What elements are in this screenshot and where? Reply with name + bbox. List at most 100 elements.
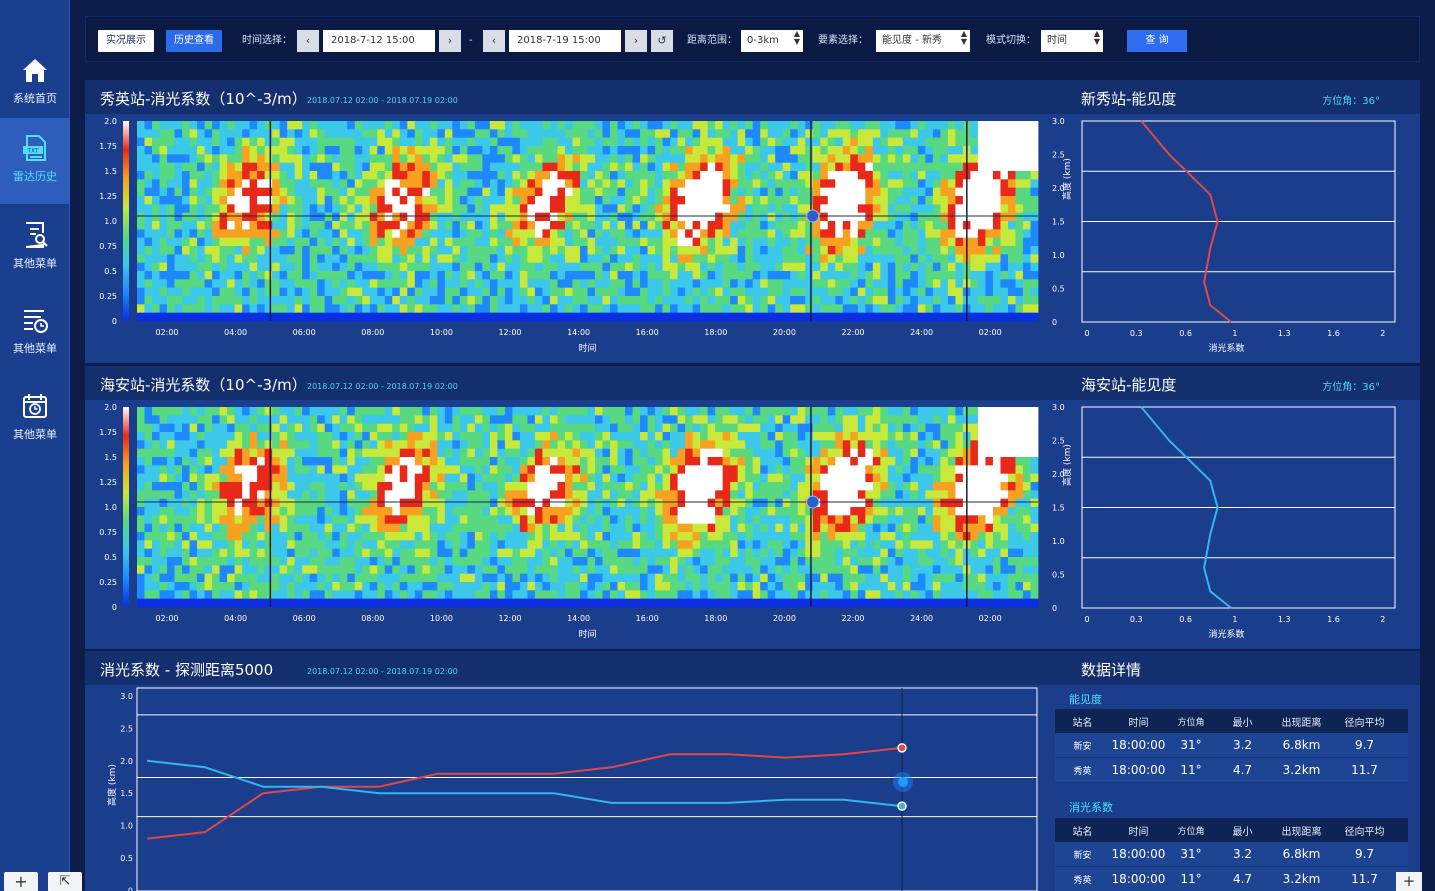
heatmap-cell <box>730 482 739 491</box>
heatmap-cell <box>227 154 236 164</box>
heatmap-cell <box>910 121 919 130</box>
heatmap-cell <box>640 473 648 483</box>
start-prev-button[interactable]: ‹ <box>297 30 319 52</box>
heatmap-cell <box>737 162 746 172</box>
tab-history[interactable]: 历史查看 <box>166 30 222 52</box>
heatmap-cell <box>549 457 558 466</box>
heatmap-cell <box>512 573 521 583</box>
heatmap-cell <box>474 548 483 558</box>
heatmap-cell <box>760 457 769 466</box>
heatmap-cell <box>227 523 236 533</box>
heatmap-cell <box>399 212 408 222</box>
end-next-button[interactable]: › <box>625 30 647 52</box>
heatmap-cell <box>835 271 844 280</box>
heatmap-cell <box>970 129 979 139</box>
heatmap-cell <box>347 490 356 500</box>
query-button[interactable]: 查 询 <box>1127 30 1187 52</box>
heatmap-cell <box>692 246 701 255</box>
heatmap-cell <box>257 448 266 458</box>
heatmap-cell <box>377 196 386 205</box>
heatmap-cell <box>347 482 356 491</box>
heatmap-cell <box>880 212 889 222</box>
heatmap-cell <box>362 473 371 483</box>
range-select[interactable]: 0-3km ▲ ▼ <box>741 30 803 52</box>
heatmap-cell <box>1022 129 1031 139</box>
heatmap-cell <box>655 204 663 214</box>
heatmap-cell <box>610 523 618 533</box>
heatmap-cell <box>474 507 483 516</box>
heatmap-cell <box>512 171 521 180</box>
sidebar-item-radar-history[interactable]: TXT 雷达历史 <box>0 118 70 204</box>
heatmap-cell <box>272 507 281 516</box>
heatmap-cell <box>482 204 491 214</box>
start-next-button[interactable]: › <box>439 30 461 52</box>
heatmap-cell <box>429 212 438 222</box>
heatmap-cell <box>655 473 663 483</box>
heatmap-chart[interactable]: 00.250.50.751.01.251.51.752.002:00 04:00 0… <box>85 366 1420 649</box>
heatmap-cell <box>287 423 296 433</box>
heatmap-cell <box>294 440 303 450</box>
heatmap-cell <box>377 212 386 222</box>
sidebar-item-menu-2[interactable]: 其他菜单 <box>0 290 70 376</box>
heatmap-cell <box>595 473 603 483</box>
heatmap-cell <box>429 296 438 305</box>
heatmap-cell <box>737 229 746 239</box>
heatmap-cell <box>384 465 393 475</box>
heatmap-cell <box>940 171 949 180</box>
heatmap-cell <box>279 423 288 433</box>
heatmap-cell <box>414 465 423 475</box>
heatmap-cell <box>249 287 258 297</box>
sidebar-item-menu-1[interactable]: 其他菜单 <box>0 205 70 291</box>
reset-button[interactable]: ↺ <box>651 30 673 52</box>
heatmap-cell <box>610 187 618 197</box>
heatmap-cell <box>197 154 205 164</box>
end-prev-button[interactable]: ‹ <box>483 30 505 52</box>
heatmap-cell <box>467 271 476 280</box>
heatmap-cell <box>347 407 356 416</box>
end-time-input[interactable]: 2018-7-19 15:00 <box>509 30 621 52</box>
heatmap-cell <box>369 296 378 305</box>
start-time-input[interactable]: 2018-7-12 15:00 <box>323 30 435 52</box>
heatmap-cell <box>572 515 581 525</box>
mode-select[interactable]: 时间 ▲ ▼ <box>1041 30 1103 52</box>
heatmap-cell <box>444 262 453 272</box>
add-button[interactable]: + <box>4 872 38 891</box>
heatmap-cell <box>692 540 701 550</box>
heatmap-cell <box>880 237 889 247</box>
tab-live[interactable]: 实况展示 <box>98 30 154 52</box>
element-select[interactable]: 能见度 - 新秀 ▲ ▼ <box>876 30 970 52</box>
sidebar-item-home[interactable]: 系统首页 <box>0 40 70 126</box>
heatmap-cell <box>174 237 183 247</box>
heatmap-cell <box>204 254 213 264</box>
heatmap-cell <box>137 179 145 189</box>
heatmap-cell <box>437 246 446 255</box>
heatmap-chart[interactable]: 00.250.50.751.01.251.51.752.002:00 04:00 0… <box>85 80 1420 363</box>
heatmap-cell <box>775 246 784 255</box>
heatmap-cell <box>489 540 498 550</box>
heatmap-cell <box>542 254 551 264</box>
heatmap-cell <box>324 187 333 197</box>
heatmap-cell <box>152 162 160 172</box>
heatmap-cell <box>429 548 438 558</box>
heatmap-cell <box>137 271 145 280</box>
heatmap-cell <box>489 221 498 230</box>
heatmap-cell <box>399 221 408 230</box>
heatmap-cell <box>444 296 453 305</box>
heatmap-cell <box>422 490 431 500</box>
heatmap-cell <box>595 187 603 197</box>
heatmap-cell <box>347 415 356 425</box>
heatmap-cell <box>429 121 438 130</box>
heatmap-cell <box>174 121 183 130</box>
heatmap-cell <box>167 565 175 575</box>
heatmap-cell <box>940 287 949 297</box>
heatmap-cell <box>752 573 761 583</box>
heatmap-cell <box>1030 279 1039 289</box>
heatmap-cell <box>1030 212 1039 222</box>
heatmap-cell <box>174 590 183 600</box>
heatmap-cell <box>399 540 408 550</box>
sidebar-item-menu-3[interactable]: 其他菜单 <box>0 376 70 462</box>
heatmap-cell <box>482 246 491 255</box>
heatmap-cell <box>482 296 491 305</box>
heatmap-cell <box>362 287 371 297</box>
external-link-icon[interactable]: ⇱ <box>48 872 82 891</box>
